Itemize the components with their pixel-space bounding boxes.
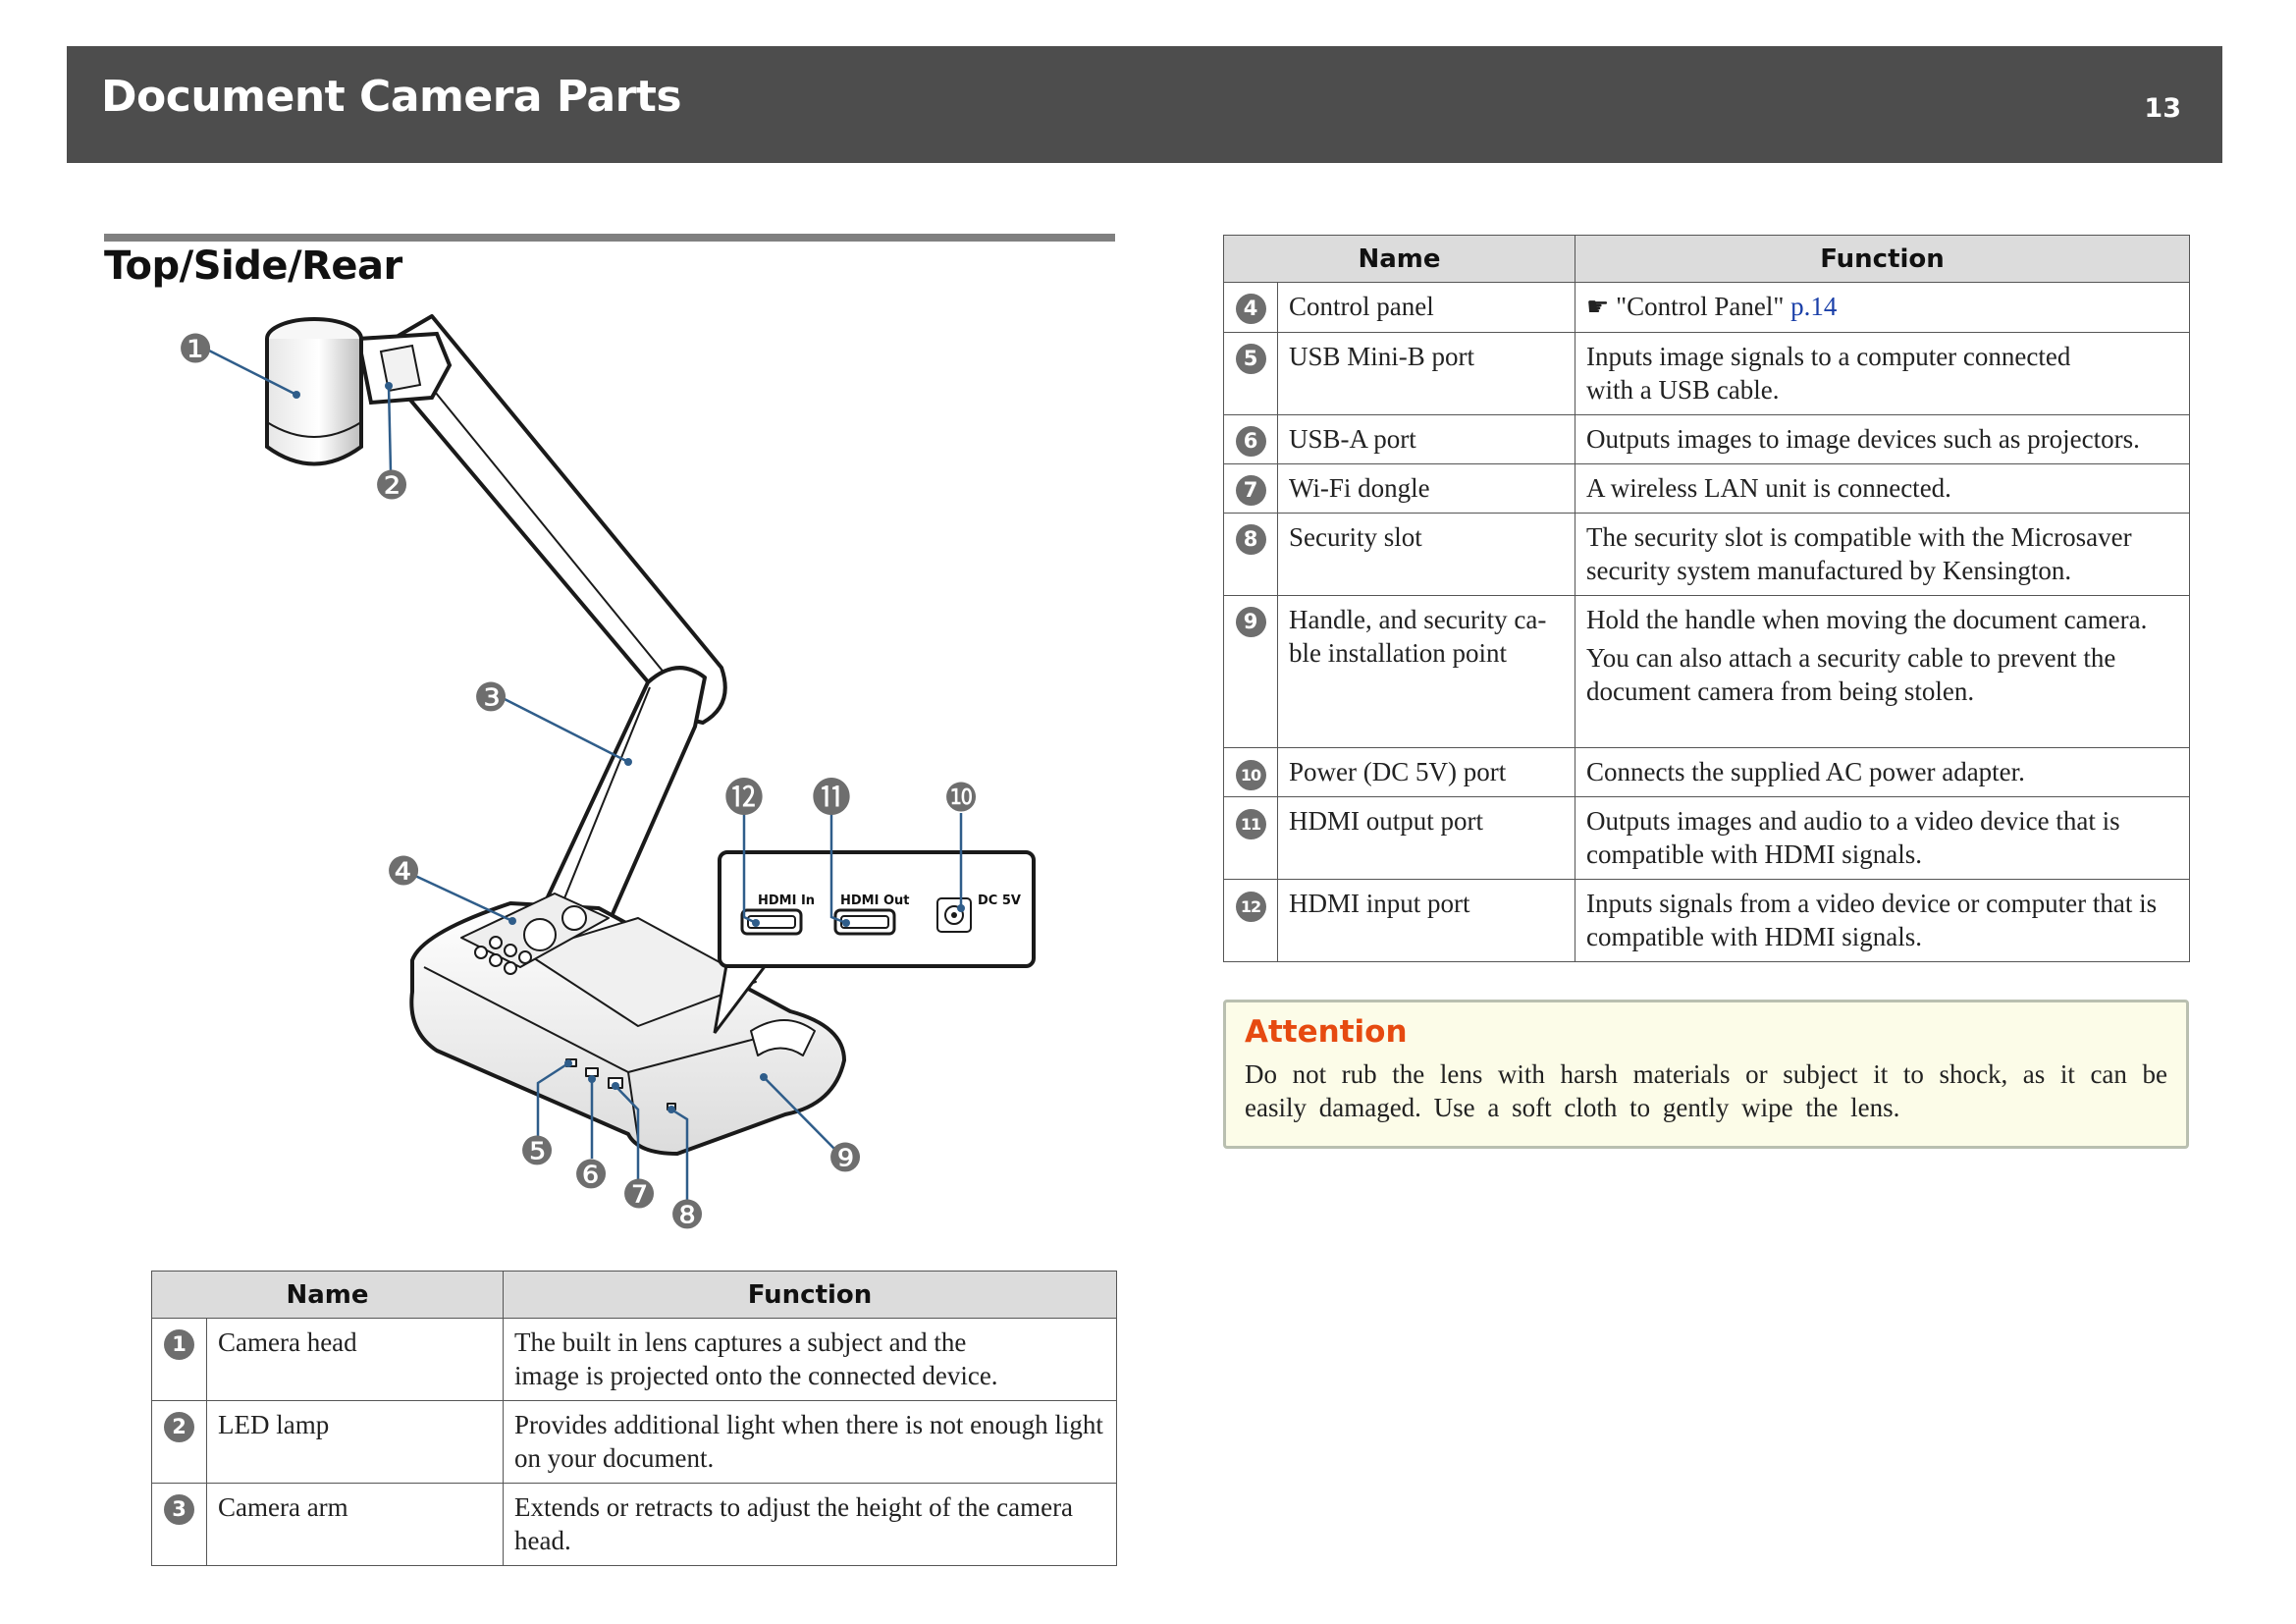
table-header-row: Name Function	[151, 1271, 1117, 1319]
callout-10: ❿	[943, 776, 979, 821]
part-function: Provides additional light when there is …	[503, 1400, 1117, 1484]
callout-4: ❹	[386, 849, 421, 894]
part-name: USB Mini-B port	[1277, 332, 1575, 415]
part-name: Control panel	[1277, 282, 1575, 333]
function-line: with a USB cable.	[1586, 375, 1780, 405]
part-name: HDMI input port	[1277, 879, 1575, 962]
part-function: Extends or retracts to adjust the height…	[503, 1483, 1117, 1566]
part-name: Wi-Fi dongle	[1277, 463, 1575, 514]
pointing-hand-icon: ☛	[1586, 293, 1610, 322]
attention-box: Attention Do not rub the lens with harsh…	[1223, 1000, 2189, 1149]
part-name: HDMI output port	[1277, 796, 1575, 880]
page-link-control-panel[interactable]: p.14	[1790, 292, 1837, 321]
page-title: Document Camera Parts	[101, 72, 682, 122]
part-function: Inputs signals from a video device or co…	[1575, 879, 2190, 962]
reference-text: "Control Panel"	[1616, 292, 1791, 321]
part-function: Outputs images to image devices such as …	[1575, 414, 2190, 464]
function-line: Inputs image signals to a computer conne…	[1586, 342, 2071, 371]
name-line: Handle, and security ca-	[1289, 605, 1547, 634]
table-row: 7 Wi-Fi dongle A wireless LAN unit is co…	[1223, 463, 2190, 514]
row-number: 7	[1235, 475, 1266, 506]
table-row: 1 Camera head The built in lens captures…	[151, 1318, 1117, 1401]
function-column-header: Function	[503, 1271, 1117, 1319]
part-name: USB-A port	[1277, 414, 1575, 464]
name-column-header: Name	[151, 1271, 504, 1319]
part-function: Connects the supplied AC power adapter.	[1575, 747, 2190, 797]
table-row: 5 USB Mini-B port Inputs image signals t…	[1223, 332, 2190, 415]
callout-7: ❼	[621, 1172, 657, 1218]
table-row: 2 LED lamp Provides additional light whe…	[151, 1400, 1117, 1484]
callout-8: ❽	[669, 1193, 705, 1238]
attention-title: Attention	[1245, 1014, 1408, 1050]
row-number: 5	[1235, 344, 1266, 374]
row-number: 9	[1235, 607, 1266, 637]
table-row: 12 HDMI input port Inputs signals from a…	[1223, 879, 2190, 962]
row-number: 2	[164, 1412, 194, 1442]
name-line: ble installation point	[1289, 638, 1507, 668]
row-number: 8	[1235, 524, 1266, 555]
callout-5: ❺	[519, 1129, 555, 1174]
table-row: 11 HDMI output port Outputs images and a…	[1223, 796, 2190, 880]
callout-6: ❻	[573, 1153, 609, 1198]
part-name: Camera head	[206, 1318, 504, 1401]
table-header-row: Name Function	[1223, 235, 2190, 283]
part-name: Camera arm	[206, 1483, 504, 1566]
part-name: Handle, and security ca- ble installatio…	[1277, 595, 1575, 748]
table-row: 8 Security slot The security slot is com…	[1223, 513, 2190, 596]
row-number: 11	[1235, 809, 1266, 839]
row-number: 1	[164, 1329, 194, 1360]
row-number: 3	[164, 1494, 194, 1525]
row-number: 6	[1235, 426, 1266, 457]
part-function: ☛ "Control Panel" p.14	[1575, 282, 2190, 333]
part-name: Power (DC 5V) port	[1277, 747, 1575, 797]
row-number: 4	[1235, 294, 1266, 324]
callout-12: ⓬	[724, 776, 764, 821]
part-name: Security slot	[1277, 513, 1575, 596]
part-function: A wireless LAN unit is connected.	[1575, 463, 2190, 514]
part-name: LED lamp	[206, 1400, 504, 1484]
callout-1: ❶	[178, 327, 213, 372]
part-function: Hold the handle when moving the document…	[1575, 595, 2190, 748]
page-header: Document Camera Parts 13	[67, 46, 2222, 163]
callout-9: ❾	[828, 1136, 863, 1181]
table-row: 6 USB-A port Outputs images to image dev…	[1223, 414, 2190, 464]
callout-2: ❷	[374, 463, 409, 509]
section-rule	[104, 234, 1115, 242]
part-function: Outputs images and audio to a video devi…	[1575, 796, 2190, 880]
function-paragraph: You can also attach a security cable to …	[1586, 643, 2116, 706]
page-number: 13	[2144, 93, 2181, 124]
camera-arm-lower	[543, 666, 707, 925]
table-row: 3 Camera arm Extends or retracts to adju…	[151, 1483, 1117, 1566]
row-number: 12	[1235, 892, 1266, 922]
row-number: 10	[1235, 760, 1266, 790]
name-column-header: Name	[1223, 235, 1575, 283]
table-row: 10 Power (DC 5V) port Connects the suppl…	[1223, 747, 2190, 797]
table-row: 9 Handle, and security ca- ble installat…	[1223, 595, 2190, 748]
section-title: Top/Side/Rear	[104, 244, 402, 289]
parts-table-right: Name Function 4 Control panel ☛ "Control…	[1223, 235, 2190, 962]
part-function: The security slot is compatible with the…	[1575, 513, 2190, 596]
parts-table-left: Name Function 1 Camera head The built in…	[151, 1271, 1117, 1566]
dc-label: DC 5V	[978, 893, 1021, 908]
callout-3: ❸	[473, 676, 508, 721]
function-paragraph: Hold the handle when moving the document…	[1586, 605, 2148, 634]
part-function: The built in lens captures a subject and…	[503, 1318, 1117, 1401]
function-column-header: Function	[1575, 235, 2190, 283]
hdmi-out-label: HDMI Out	[840, 893, 910, 908]
attention-text: Do not rub the lens with harsh materials…	[1245, 1059, 2167, 1122]
part-function: Inputs image signals to a computer conne…	[1575, 332, 2190, 415]
hdmi-in-label: HDMI In	[758, 893, 815, 908]
function-line: The built in lens captures a subject and…	[514, 1327, 967, 1357]
document-camera-illustration: HDMI In HDMI Out DC 5V ❶ ❷ ❸ ❹ ❺ ❻ ❼ ❽ ❾…	[178, 314, 1036, 1238]
table-row: 4 Control panel ☛ "Control Panel" p.14	[1223, 282, 2190, 333]
callout-11: ⓫	[812, 776, 851, 821]
function-line: image is projected onto the connected de…	[514, 1361, 998, 1390]
